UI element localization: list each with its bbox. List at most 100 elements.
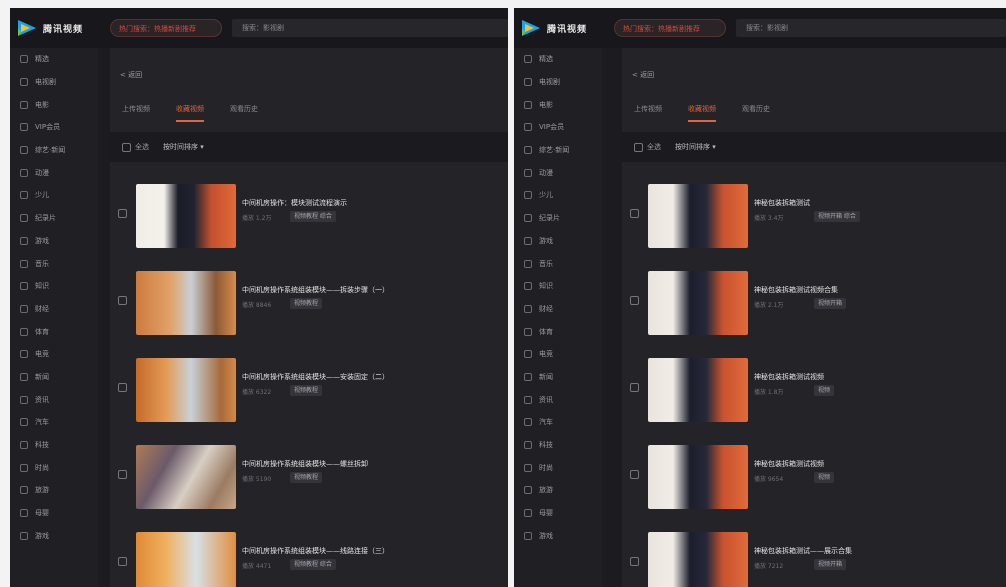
row-checkbox[interactable] [118, 470, 127, 479]
sidebar-item[interactable]: 音乐 [514, 252, 602, 275]
sidebar-item[interactable]: 游戏 [514, 524, 602, 547]
sidebar-item[interactable]: 电影 [10, 93, 98, 116]
row-checkbox[interactable] [630, 296, 639, 305]
sidebar-item[interactable]: 精选 [10, 48, 98, 71]
tab-history[interactable]: 观看历史 [742, 104, 770, 122]
sidebar-item[interactable]: VIP会员 [10, 116, 98, 139]
sidebar-item[interactable]: 游戏 [10, 230, 98, 253]
video-thumbnail[interactable] [648, 271, 748, 335]
row-checkbox[interactable] [118, 296, 127, 305]
sidebar-item[interactable]: 新闻 [10, 366, 98, 389]
sidebar-item[interactable]: 体育 [514, 320, 602, 343]
sidebar-item[interactable]: 时尚 [10, 456, 98, 479]
sidebar-item[interactable]: 纪录片 [514, 207, 602, 230]
video-thumbnail[interactable] [136, 184, 236, 248]
video-row[interactable]: 中间机房操作系统组装模块——安装固定（二） 播放 6322 视频教程 [110, 350, 508, 430]
tab-history[interactable]: 观看历史 [230, 104, 258, 122]
sidebar-item[interactable]: 游戏 [514, 230, 602, 253]
sidebar-item[interactable]: 电影 [514, 93, 602, 116]
sidebar-item[interactable]: 财经 [10, 298, 98, 321]
video-title[interactable]: 中间机房操作系统组装模块——拆装步骤（一） [242, 285, 389, 295]
sidebar-item[interactable]: 知识 [10, 275, 98, 298]
video-row[interactable]: 神秘包装拆箱测试 播放 3.4万 视频开箱 综合 [622, 176, 1006, 256]
sidebar-item[interactable]: 纪录片 [10, 207, 98, 230]
sidebar-item[interactable]: 母婴 [10, 502, 98, 525]
hot-search-pill[interactable]: 热门搜索：热播新剧推荐 [110, 19, 222, 37]
sidebar-item[interactable]: 少儿 [514, 184, 602, 207]
sidebar-item[interactable]: 游戏 [10, 524, 98, 547]
sidebar-item[interactable]: 财经 [514, 298, 602, 321]
row-checkbox[interactable] [118, 383, 127, 392]
sidebar-item[interactable]: 母婴 [514, 502, 602, 525]
sidebar-item[interactable]: 资讯 [10, 388, 98, 411]
video-row[interactable]: 中间机房操作系统组装模块——线路连接（三） 播放 4471 视频教程 综合 [110, 524, 508, 587]
sidebar-item[interactable]: 旅游 [514, 479, 602, 502]
row-checkbox[interactable] [630, 209, 639, 218]
video-thumbnail[interactable] [648, 532, 748, 587]
sidebar-item[interactable]: 动漫 [10, 161, 98, 184]
video-thumbnail[interactable] [648, 445, 748, 509]
tab-favorites[interactable]: 收藏视频 [688, 104, 716, 122]
sidebar-item[interactable]: 汽车 [10, 411, 98, 434]
video-thumbnail[interactable] [648, 358, 748, 422]
video-title[interactable]: 神秘包装拆箱测试视频合集 [754, 285, 838, 295]
sidebar-item[interactable]: 电竞 [514, 343, 602, 366]
back-link[interactable]: < 返回 [120, 70, 142, 80]
sidebar-item[interactable]: 电视剧 [514, 71, 602, 94]
sidebar-item[interactable]: 新闻 [514, 366, 602, 389]
sidebar-item[interactable]: 音乐 [10, 252, 98, 275]
row-checkbox[interactable] [630, 557, 639, 566]
row-checkbox[interactable] [630, 470, 639, 479]
app-logo[interactable]: 腾讯视频 [520, 18, 587, 38]
video-title[interactable]: 神秘包装拆箱测试 [754, 198, 810, 208]
app-logo[interactable]: 腾讯视频 [16, 18, 83, 38]
sidebar-item[interactable]: 时尚 [514, 456, 602, 479]
tab-favorites[interactable]: 收藏视频 [176, 104, 204, 122]
video-thumbnail[interactable] [136, 445, 236, 509]
video-thumbnail[interactable] [136, 358, 236, 422]
sidebar-item[interactable]: 电竞 [10, 343, 98, 366]
back-link[interactable]: < 返回 [632, 70, 654, 80]
video-title[interactable]: 中间机房操作系统组装模块——安装固定（二） [242, 372, 389, 382]
sort-dropdown[interactable]: 按时间排序 ▾ [163, 142, 204, 152]
video-thumbnail[interactable] [648, 184, 748, 248]
sidebar-item[interactable]: VIP会员 [514, 116, 602, 139]
sidebar-item[interactable]: 旅游 [10, 479, 98, 502]
sidebar-item[interactable]: 科技 [514, 434, 602, 457]
row-checkbox[interactable] [118, 557, 127, 566]
select-all-checkbox[interactable]: 全选 [634, 142, 661, 152]
video-title[interactable]: 中间机房操作系统组装模块——螺丝拆卸 [242, 459, 368, 469]
sidebar-item[interactable]: 精选 [514, 48, 602, 71]
sidebar-item[interactable]: 少儿 [10, 184, 98, 207]
video-row[interactable]: 神秘包装拆箱测试视频 播放 1.8万 视频 [622, 350, 1006, 430]
video-row[interactable]: 神秘包装拆箱测试视频合集 播放 2.1万 视频开箱 [622, 263, 1006, 343]
video-row[interactable]: 中间机房操作系统组装模块——螺丝拆卸 播放 5190 视频教程 [110, 437, 508, 517]
sidebar-item[interactable]: 综艺·新闻 [514, 139, 602, 162]
video-row[interactable]: 中间机房操作系统组装模块——拆装步骤（一） 播放 8846 视频教程 [110, 263, 508, 343]
sidebar-item[interactable]: 科技 [10, 434, 98, 457]
select-all-checkbox[interactable]: 全选 [122, 142, 149, 152]
sidebar-item[interactable]: 综艺·新闻 [10, 139, 98, 162]
sort-dropdown[interactable]: 按时间排序 ▾ [675, 142, 716, 152]
video-title[interactable]: 中间机房操作：模块测试流程演示 [242, 198, 347, 208]
video-row[interactable]: 中间机房操作：模块测试流程演示 播放 1.2万 视频教程 综合 [110, 176, 508, 256]
video-title[interactable]: 神秘包装拆箱测试——展示合集 [754, 546, 852, 556]
sidebar-item[interactable]: 资讯 [514, 388, 602, 411]
tab-uploads[interactable]: 上传视频 [634, 104, 662, 122]
row-checkbox[interactable] [630, 383, 639, 392]
video-thumbnail[interactable] [136, 532, 236, 587]
sidebar-item[interactable]: 体育 [10, 320, 98, 343]
search-input[interactable]: 搜索：影视剧 [232, 19, 508, 37]
hot-search-pill[interactable]: 热门搜索：热播新剧推荐 [614, 19, 726, 37]
sidebar-item[interactable]: 汽车 [514, 411, 602, 434]
video-thumbnail[interactable] [136, 271, 236, 335]
row-checkbox[interactable] [118, 209, 127, 218]
sidebar-item[interactable]: 电视剧 [10, 71, 98, 94]
video-title[interactable]: 神秘包装拆箱测试视频 [754, 459, 824, 469]
sidebar-item[interactable]: 动漫 [514, 161, 602, 184]
search-input[interactable]: 搜索：影视剧 [736, 19, 1006, 37]
video-row[interactable]: 神秘包装拆箱测试——展示合集 播放 7212 视频开箱 [622, 524, 1006, 587]
tab-uploads[interactable]: 上传视频 [122, 104, 150, 122]
video-row[interactable]: 神秘包装拆箱测试视频 播放 9654 视频 [622, 437, 1006, 517]
video-title[interactable]: 神秘包装拆箱测试视频 [754, 372, 824, 382]
